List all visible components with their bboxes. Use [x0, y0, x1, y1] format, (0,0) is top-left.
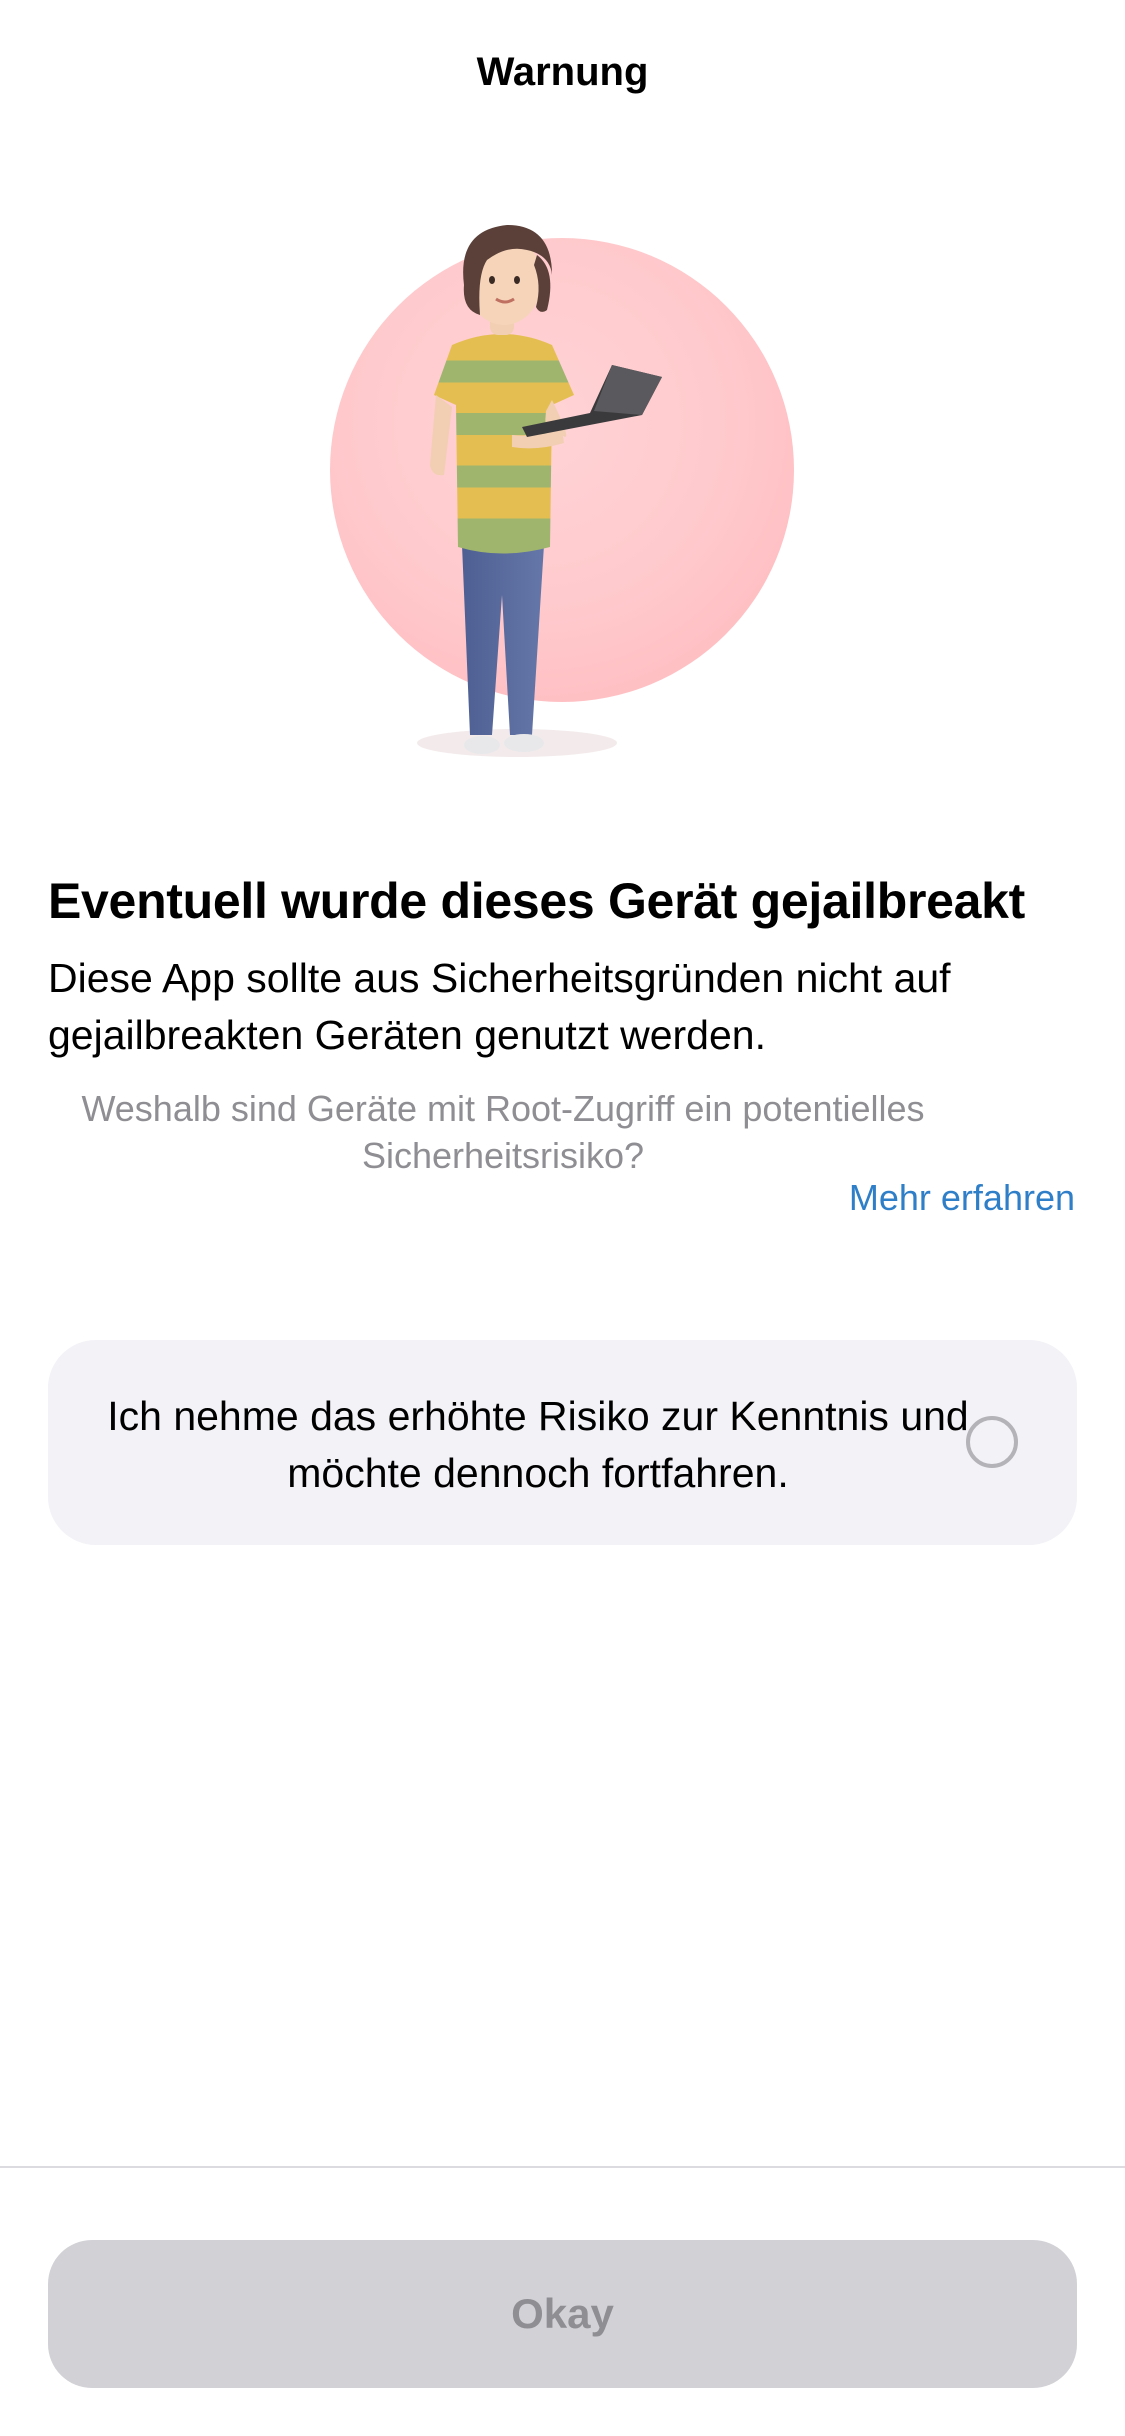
warning-description: Diese App sollte aus Sicherheitsgründen …: [48, 955, 951, 1058]
background-circle: [330, 238, 794, 702]
risk-consent-card[interactable]: Ich nehme das erhöhte Risiko zur Kenntni…: [48, 1340, 1077, 1545]
learn-more-link[interactable]: Mehr erfahren: [849, 1174, 1075, 1222]
page-title: Warnung: [476, 50, 649, 94]
person-with-laptop-illustration: [330, 225, 794, 757]
footer-divider: [0, 2166, 1125, 2168]
okay-button[interactable]: Okay: [48, 2240, 1077, 2388]
warning-headline: Eventuell wurde dieses Gerät gejailbreak…: [48, 873, 1025, 929]
risk-consent-label: Ich nehme das erhöhte Risiko zur Kenntni…: [107, 1393, 969, 1496]
consent-radio-button[interactable]: [966, 1416, 1018, 1468]
risk-question: Weshalb sind Geräte mit Root-Zugriff ein…: [81, 1088, 925, 1176]
